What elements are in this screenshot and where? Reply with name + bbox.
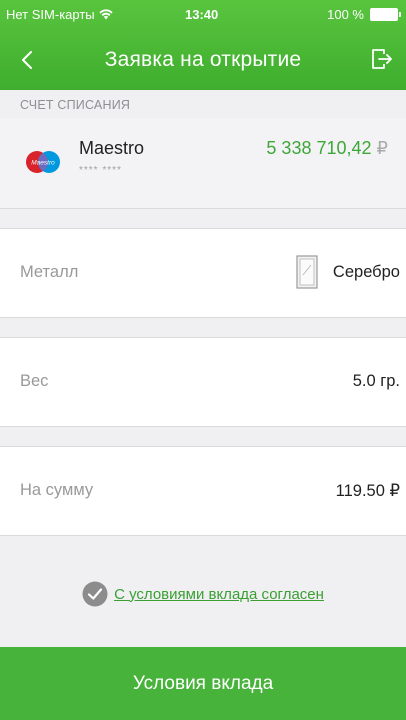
account-balance: 5 338 710,42 ₽ — [266, 138, 388, 159]
wifi-icon — [99, 9, 113, 20]
agreement-checkbox[interactable]: С условиями вклада согласен — [0, 572, 406, 616]
debit-section-header: СЧЕТ СПИСАНИЯ — [0, 90, 406, 119]
top-bar: Нет SIM-карты 13:40 100 % Заявка на откр… — [0, 0, 406, 90]
nav-bar: Заявка на открытие — [0, 30, 406, 90]
carrier-info: Нет SIM-карты — [6, 7, 113, 22]
debit-section-label: СЧЕТ СПИСАНИЯ — [20, 98, 131, 112]
amount-label: На сумму — [20, 481, 94, 499]
deposit-terms-button[interactable]: Условия вклада — [0, 647, 406, 720]
weight-value: 5.0 гр. — [352, 372, 400, 390]
page-title: Заявка на открытие — [104, 48, 302, 71]
account-name: Maestro — [79, 138, 145, 158]
weight-label: Вес — [20, 372, 49, 390]
weight-field[interactable]: Вес 5.0 гр. — [0, 337, 406, 427]
amount-field[interactable]: На сумму 119.50 ₽ — [0, 446, 406, 536]
exit-icon[interactable] — [368, 46, 394, 72]
balance-amount: 5 338 710,42 — [266, 138, 372, 158]
account-number: **** **** — [79, 165, 122, 176]
battery-percent: 100 % — [327, 7, 364, 22]
status-bar: Нет SIM-карты 13:40 100 % — [0, 0, 406, 30]
battery-icon — [370, 8, 401, 21]
svg-text:Maestro: Maestro — [31, 160, 55, 167]
maestro-logo: Maestro — [26, 151, 60, 173]
balance-currency: ₽ — [376, 138, 388, 158]
metal-field[interactable]: Металл Серебро — [0, 228, 406, 318]
metal-value: Серебро — [332, 263, 400, 281]
metal-label: Металл — [20, 263, 79, 281]
silver-bar-icon — [296, 255, 318, 289]
clock: 13:40 — [185, 7, 219, 22]
checkmark-circle-icon — [82, 581, 108, 607]
amount-value: 119.50 ₽ — [335, 482, 400, 500]
debit-account-card[interactable]: Maestro Maestro **** **** 5 338 710,42 ₽ — [0, 118, 406, 209]
chevron-left-icon[interactable] — [16, 48, 40, 72]
battery-status: 100 % — [327, 7, 401, 22]
carrier-label: Нет SIM-карты — [6, 7, 95, 22]
agreement-link[interactable]: С условиями вклада согласен — [114, 586, 324, 603]
